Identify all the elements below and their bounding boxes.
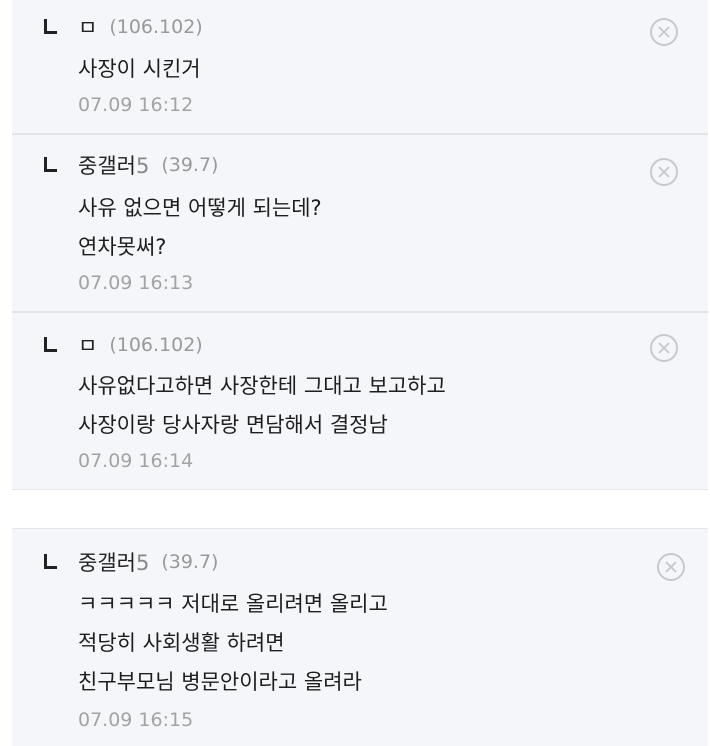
comment-text: 사유 없으면 어떻게 되는데? 연차못써? [78,189,322,267]
comment-line: 사유 없으면 어떻게 되는데? [78,196,322,220]
author-ip: (106.102) [109,16,203,38]
author-label: ㅁ [78,16,98,40]
reply-arrow-icon [42,337,58,353]
author-name[interactable]: ㅁ [78,12,97,42]
delete-comment-button[interactable] [650,334,678,362]
author-name[interactable]: ㅁ [78,330,97,360]
reply-arrow-icon [42,554,58,570]
comment-line: 사장이 시킨거 [78,57,201,81]
author-label: 중갤러 [78,551,136,575]
comment-divider [12,133,708,135]
author-ip: (39.7) [161,154,219,176]
comment-text: ㅋㅋㅋㅋㅋ 저대로 올리려면 올리고 적당히 사회생활 하려면 친구부모님 병문… [78,585,388,702]
author-name[interactable]: 중갤러5 [78,150,149,180]
comment-header: ㅁ (106.102) [42,12,203,42]
delete-comment-button[interactable] [657,553,685,581]
author-ip: (106.102) [109,334,203,356]
comment-line: 사장이랑 당사자랑 면담해서 결정남 [78,413,388,437]
comment-divider [12,311,708,313]
comment-item: 중갤러5 (39.7) ㅋㅋㅋㅋㅋ 저대로 올리려면 올리고 적당히 사회생활 … [12,547,708,743]
author-suffix: 5 [135,551,150,575]
comment-line: 적당히 사회생활 하려면 [78,631,285,655]
comment-time: 07.09 16:13 [78,272,194,294]
reply-group: ㅁ (106.102) 사장이 시킨거 07.09 16:12 중갤러5 (39… [12,0,708,490]
delete-comment-button[interactable] [650,18,678,46]
comment-line: ㅋㅋㅋㅋㅋ 저대로 올리려면 올리고 [78,592,388,616]
comment-header: 중갤러5 (39.7) [42,547,218,577]
author-suffix: 5 [135,154,150,178]
author-name[interactable]: 중갤러5 [78,547,149,577]
reply-arrow-icon [42,19,58,35]
comment-header: ㅁ (106.102) [42,330,203,360]
comment-text: 사장이 시킨거 [78,50,201,89]
reply-arrow-icon [42,157,58,173]
comment-item: 중갤러5 (39.7) 사유 없으면 어떻게 되는데? 연차못써? 07.09 … [12,150,708,310]
reply-group: 중갤러5 (39.7) ㅋㅋㅋㅋㅋ 저대로 올리려면 올리고 적당히 사회생활 … [12,528,708,746]
delete-comment-button[interactable] [650,158,678,186]
comment-item: ㅁ (106.102) 사장이 시킨거 07.09 16:12 [12,12,708,132]
comment-text: 사유없다고하면 사장한테 그대고 보고하고 사장이랑 당사자랑 면담해서 결정남 [78,367,446,445]
author-ip: (39.7) [161,551,219,573]
author-label: 중갤러 [78,154,136,178]
comment-thread: ㅁ (106.102) 사장이 시킨거 07.09 16:12 중갤러5 (39… [0,0,710,746]
comment-item: ㅁ (106.102) 사유없다고하면 사장한테 그대고 보고하고 사장이랑 당… [12,330,708,488]
comment-line: 연차못써? [78,235,167,259]
comment-time: 07.09 16:14 [78,450,194,472]
comment-line: 친구부모님 병문안이라고 올려라 [78,670,362,694]
comment-header: 중갤러5 (39.7) [42,150,218,180]
comment-time: 07.09 16:15 [78,709,194,731]
author-label: ㅁ [78,334,98,358]
comment-time: 07.09 16:12 [78,94,194,116]
comment-line: 사유없다고하면 사장한테 그대고 보고하고 [78,374,446,398]
